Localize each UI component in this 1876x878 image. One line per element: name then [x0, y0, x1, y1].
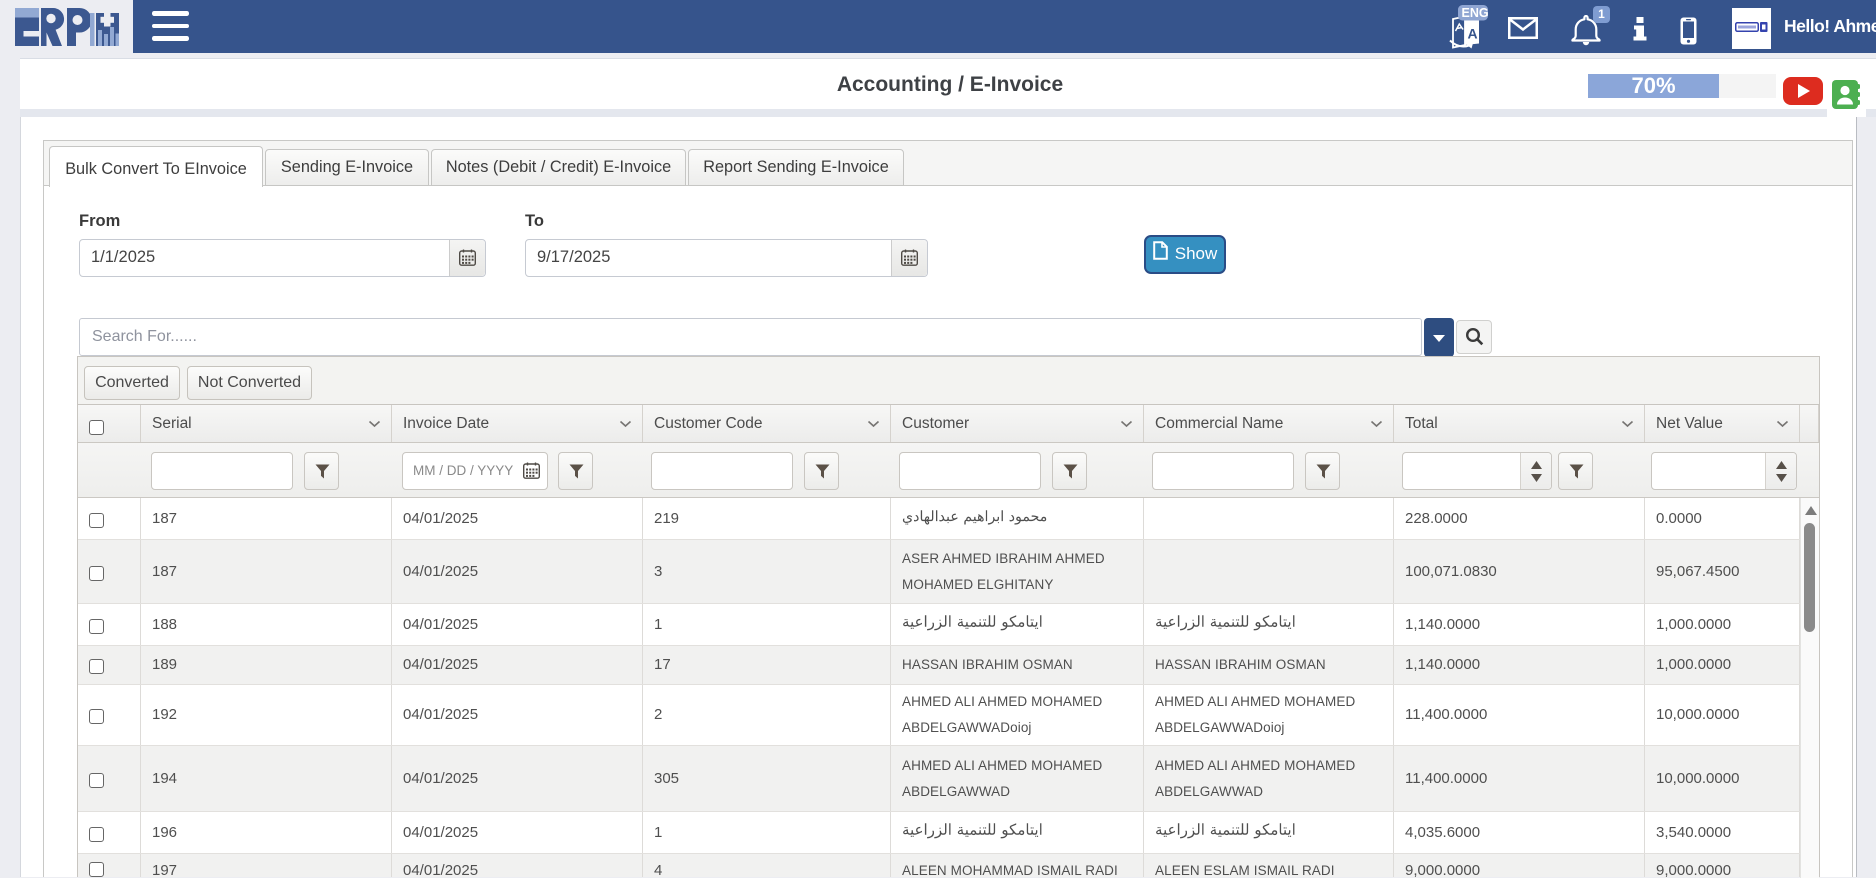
svg-text:ENG: ENG: [1462, 6, 1489, 20]
svg-text:A: A: [1468, 26, 1478, 42]
